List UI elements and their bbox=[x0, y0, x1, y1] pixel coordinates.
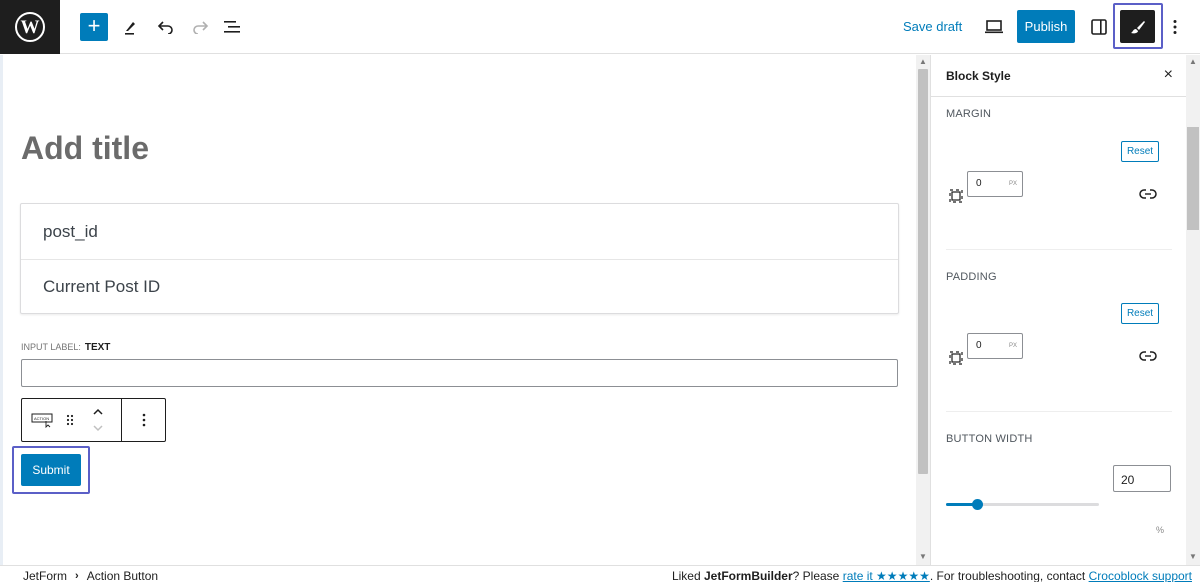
sidebar-scrollbar[interactable]: ▲ ▼ bbox=[1186, 55, 1200, 565]
sidebar-title: Block Style bbox=[946, 69, 1011, 83]
padding-unit: PX bbox=[1008, 343, 1017, 349]
add-block-button[interactable]: + bbox=[80, 13, 108, 41]
undo-icon[interactable] bbox=[154, 14, 178, 40]
scroll-up-arrow-icon[interactable]: ▲ bbox=[1189, 58, 1197, 66]
notice-brand: JetFormBuilder bbox=[703, 569, 793, 582]
wordpress-logo-glyph: W bbox=[15, 12, 45, 42]
hidden-field-value: Current Post ID bbox=[21, 259, 898, 314]
sidebar-divider bbox=[946, 249, 1172, 250]
support-link[interactable]: Crocoblock support bbox=[1089, 569, 1192, 582]
margin-input[interactable]: 0 PX bbox=[967, 171, 1023, 197]
breadcrumb-item-action-button[interactable]: Action Button bbox=[87, 569, 158, 582]
editor-scrollbar[interactable]: ▲ ▼ bbox=[916, 55, 930, 565]
top-toolbar: W + Save draft Publish bbox=[0, 0, 1200, 54]
submit-button[interactable]: Submit bbox=[21, 454, 81, 486]
more-options-icon[interactable] bbox=[1163, 14, 1187, 40]
button-width-slider[interactable] bbox=[946, 499, 1099, 510]
scroll-up-arrow-icon[interactable]: ▲ bbox=[919, 58, 927, 66]
notice-mid: ? Please bbox=[792, 569, 843, 582]
hidden-field-name: post_id bbox=[43, 221, 98, 241]
margin-label: MARGIN bbox=[946, 108, 992, 120]
margin-reset-button[interactable]: Reset bbox=[1121, 141, 1159, 162]
footer-notice: Liked JetFormBuilder? Please rate it ★★★… bbox=[672, 569, 1192, 582]
breadcrumb-chevron-icon: › bbox=[75, 570, 79, 582]
hidden-field-block[interactable]: post_id Current Post ID bbox=[20, 203, 899, 314]
padding-reset-button[interactable]: Reset bbox=[1121, 303, 1159, 324]
button-width-unit: % bbox=[1156, 525, 1165, 535]
status-footer: JetForm › Action Button Liked JetFormBui… bbox=[0, 565, 1200, 582]
padding-link-icon[interactable] bbox=[1139, 349, 1157, 363]
margin-link-icon[interactable] bbox=[1139, 187, 1157, 201]
button-width-value: 20 bbox=[1121, 473, 1135, 487]
block-style-sidebar: Block Style × MARGIN Reset 0 PX PADDING … bbox=[930, 55, 1186, 565]
brush-icon bbox=[1130, 20, 1145, 33]
breadcrumb-item-jetform[interactable]: JetForm bbox=[23, 569, 67, 582]
button-width-input[interactable]: 20 bbox=[1113, 465, 1171, 492]
notice-prefix: Liked bbox=[671, 569, 704, 582]
notice-after: . For troubleshooting, contact bbox=[929, 569, 1089, 582]
margin-value: 0 bbox=[976, 178, 982, 189]
input-label: INPUT LABEL: TEXT bbox=[21, 342, 110, 353]
input-label-value: TEXT bbox=[84, 342, 111, 353]
block-toolbar: ACTION bbox=[21, 398, 166, 442]
scroll-down-arrow-icon[interactable]: ▼ bbox=[919, 553, 927, 561]
sidebar-divider bbox=[946, 411, 1172, 412]
settings-sidebar-icon[interactable] bbox=[1087, 14, 1111, 40]
button-width-label: BUTTON WIDTH bbox=[946, 433, 1033, 445]
move-up-icon[interactable] bbox=[89, 405, 107, 419]
toolbar-separator bbox=[121, 399, 122, 441]
scroll-down-arrow-icon[interactable]: ▼ bbox=[1189, 553, 1197, 561]
pencil-tool-icon[interactable] bbox=[118, 14, 142, 40]
sidebar-scroll-thumb[interactable] bbox=[1187, 127, 1199, 230]
text-input-field[interactable] bbox=[21, 359, 898, 387]
block-style-brush-button[interactable] bbox=[1120, 10, 1155, 43]
padding-value: 0 bbox=[976, 340, 982, 351]
block-options-icon[interactable] bbox=[134, 411, 154, 429]
redo-icon[interactable] bbox=[188, 14, 212, 40]
slider-handle[interactable] bbox=[972, 499, 983, 510]
wordpress-logo-icon[interactable]: W bbox=[0, 0, 60, 54]
margin-unit: PX bbox=[1008, 181, 1017, 187]
margin-box-icon bbox=[949, 189, 963, 203]
save-draft-button[interactable]: Save draft bbox=[903, 19, 962, 34]
sidebar-header: Block Style × bbox=[931, 55, 1186, 97]
breadcrumb: JetForm › Action Button bbox=[23, 569, 158, 582]
editor-app: W + Save draft Publish Add title post_id… bbox=[0, 0, 1200, 582]
drag-handle-icon[interactable] bbox=[63, 411, 77, 429]
preview-device-icon[interactable] bbox=[982, 14, 1006, 40]
padding-input[interactable]: 0 PX bbox=[967, 333, 1023, 359]
svg-text:ACTION: ACTION bbox=[34, 416, 49, 421]
padding-box-icon bbox=[949, 351, 963, 365]
close-icon[interactable]: × bbox=[1164, 66, 1173, 84]
post-title-input[interactable]: Add title bbox=[21, 130, 149, 167]
editor-scroll-thumb[interactable] bbox=[918, 69, 928, 474]
move-down-icon[interactable] bbox=[89, 421, 107, 435]
publish-button[interactable]: Publish bbox=[1017, 10, 1075, 43]
rate-it-link[interactable]: rate it ★★★★★ bbox=[843, 569, 930, 582]
padding-label: PADDING bbox=[946, 271, 997, 283]
canvas-left-edge bbox=[0, 55, 3, 565]
list-view-icon[interactable] bbox=[220, 14, 244, 40]
input-label-prefix: INPUT LABEL: bbox=[21, 342, 81, 352]
action-button-block-icon[interactable]: ACTION bbox=[31, 410, 55, 430]
